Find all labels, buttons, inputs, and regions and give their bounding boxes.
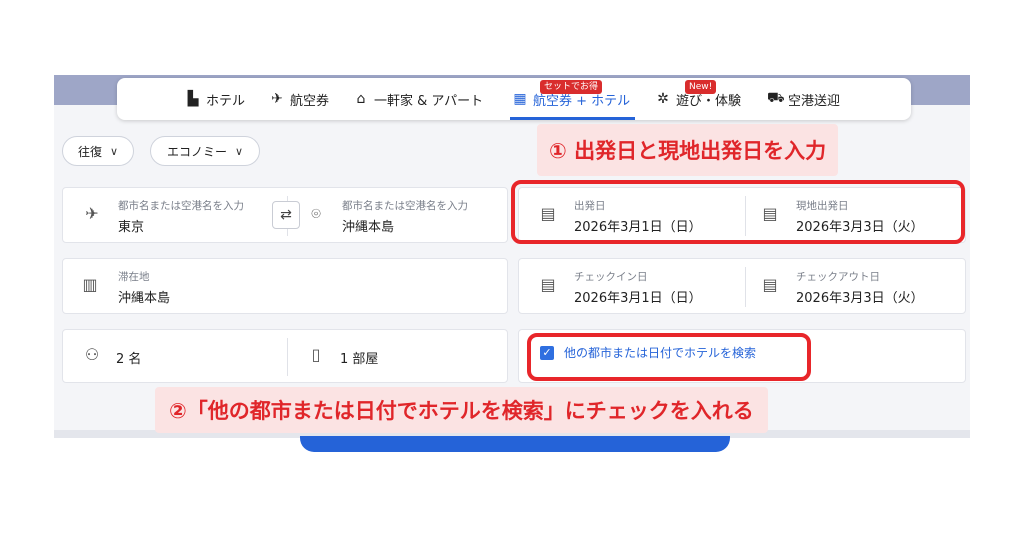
cabin-class-dropdown[interactable]: エコノミー ∨ bbox=[150, 136, 260, 166]
flight-hotel-icon: ▦ bbox=[513, 91, 527, 107]
trip-type-value: 往復 bbox=[77, 144, 102, 159]
checkout-label: チェックアウト日 bbox=[796, 271, 880, 283]
checkout-value: 2026年3月3日（火） bbox=[796, 291, 924, 306]
search-button[interactable] bbox=[300, 436, 730, 452]
stay-label: 滞在地 bbox=[118, 271, 150, 283]
guests-value: 2 名 bbox=[116, 352, 142, 367]
active-tab-indicator bbox=[510, 117, 635, 120]
origin-value: 東京 bbox=[118, 220, 145, 235]
cabin-class-value: エコノミー bbox=[166, 144, 227, 159]
date-highlight bbox=[511, 180, 965, 244]
tab-activities[interactable]: ✲ 遊び・体験 New! bbox=[655, 80, 741, 110]
calendar-in-icon: ▤ bbox=[540, 275, 556, 294]
step2-callout: ②「他の都市または日付でホテルを検索」にチェックを入れる bbox=[155, 387, 768, 433]
guests-field[interactable]: ⚇ 2 名 bbox=[62, 329, 286, 383]
rooms-value: 1 部屋 bbox=[340, 352, 379, 367]
origin-field[interactable]: ✈ 都市名または空港名を入力 東京 bbox=[62, 187, 286, 243]
hotel-icon: ▙ bbox=[187, 91, 199, 107]
trip-type-dropdown[interactable]: 往復 ∨ bbox=[62, 136, 134, 166]
car-icon: ⛟ bbox=[767, 90, 785, 106]
destination-label: 都市名または空港名を入力 bbox=[342, 200, 468, 212]
checkout-field[interactable]: ▤ チェックアウト日 2026年3月3日（火） bbox=[744, 258, 966, 314]
new-badge: New! bbox=[685, 80, 717, 94]
chevron-down-icon: ∨ bbox=[234, 144, 244, 158]
tab-hotel[interactable]: ▙ ホテル bbox=[185, 88, 245, 110]
checkin-value: 2026年3月1日（日） bbox=[574, 291, 702, 306]
origin-label: 都市名または空港名を入力 bbox=[118, 200, 244, 212]
airplane-icon: ✈ bbox=[85, 204, 99, 223]
stay-field[interactable]: ▥ 滞在地 沖縄本島 bbox=[62, 258, 508, 314]
tab-vacation-rentals[interactable]: ⌂ 一軒家 & アパート bbox=[353, 88, 484, 110]
page: ▙ ホテル ✈ 航空券 ⌂ 一軒家 & アパート ▦ 航空券 + ホテル セット… bbox=[0, 0, 1024, 538]
rooms-field[interactable]: ▯ 1 部屋 bbox=[288, 329, 508, 383]
house-icon: ⌂ bbox=[356, 91, 366, 107]
destination-value: 沖縄本島 bbox=[342, 220, 395, 235]
tab-flight-hotel[interactable]: ▦ 航空券 + ホテル セットでお得 bbox=[512, 80, 630, 110]
city-icon: ▥ bbox=[82, 275, 98, 294]
step1-callout: ① 出発日と現地出発日を入力 bbox=[537, 124, 839, 176]
checkin-label: チェックイン日 bbox=[574, 271, 648, 283]
tab-label: 空港送迎 bbox=[788, 93, 841, 109]
calendar-out-icon: ▤ bbox=[762, 275, 778, 294]
destination-field[interactable]: ⌾ 都市名または空港名を入力 沖縄本島 bbox=[288, 187, 508, 243]
stay-value: 沖縄本島 bbox=[118, 291, 171, 306]
people-icon: ⚇ bbox=[84, 345, 100, 364]
tab-airport-transfer[interactable]: ⛟ 空港送迎 bbox=[767, 88, 840, 110]
tab-flights[interactable]: ✈ 航空券 bbox=[269, 88, 329, 110]
door-icon: ▯ bbox=[311, 345, 321, 364]
checkin-field[interactable]: ▤ チェックイン日 2026年3月1日（日） bbox=[518, 258, 744, 314]
tab-label: 一軒家 & アパート bbox=[374, 93, 484, 109]
product-tabs: ▙ ホテル ✈ 航空券 ⌂ 一軒家 & アパート ▦ 航空券 + ホテル セット… bbox=[117, 78, 911, 120]
deal-badge: セットでお得 bbox=[540, 80, 603, 94]
chevron-down-icon: ∨ bbox=[109, 144, 119, 158]
tab-label: ホテル bbox=[206, 93, 246, 109]
checkbox-highlight bbox=[527, 333, 811, 381]
airplane-icon: ✈ bbox=[271, 91, 283, 107]
ferris-wheel-icon: ✲ bbox=[657, 91, 669, 107]
tab-label: 航空券 bbox=[290, 93, 330, 109]
map-pin-icon: ⌾ bbox=[311, 204, 321, 223]
